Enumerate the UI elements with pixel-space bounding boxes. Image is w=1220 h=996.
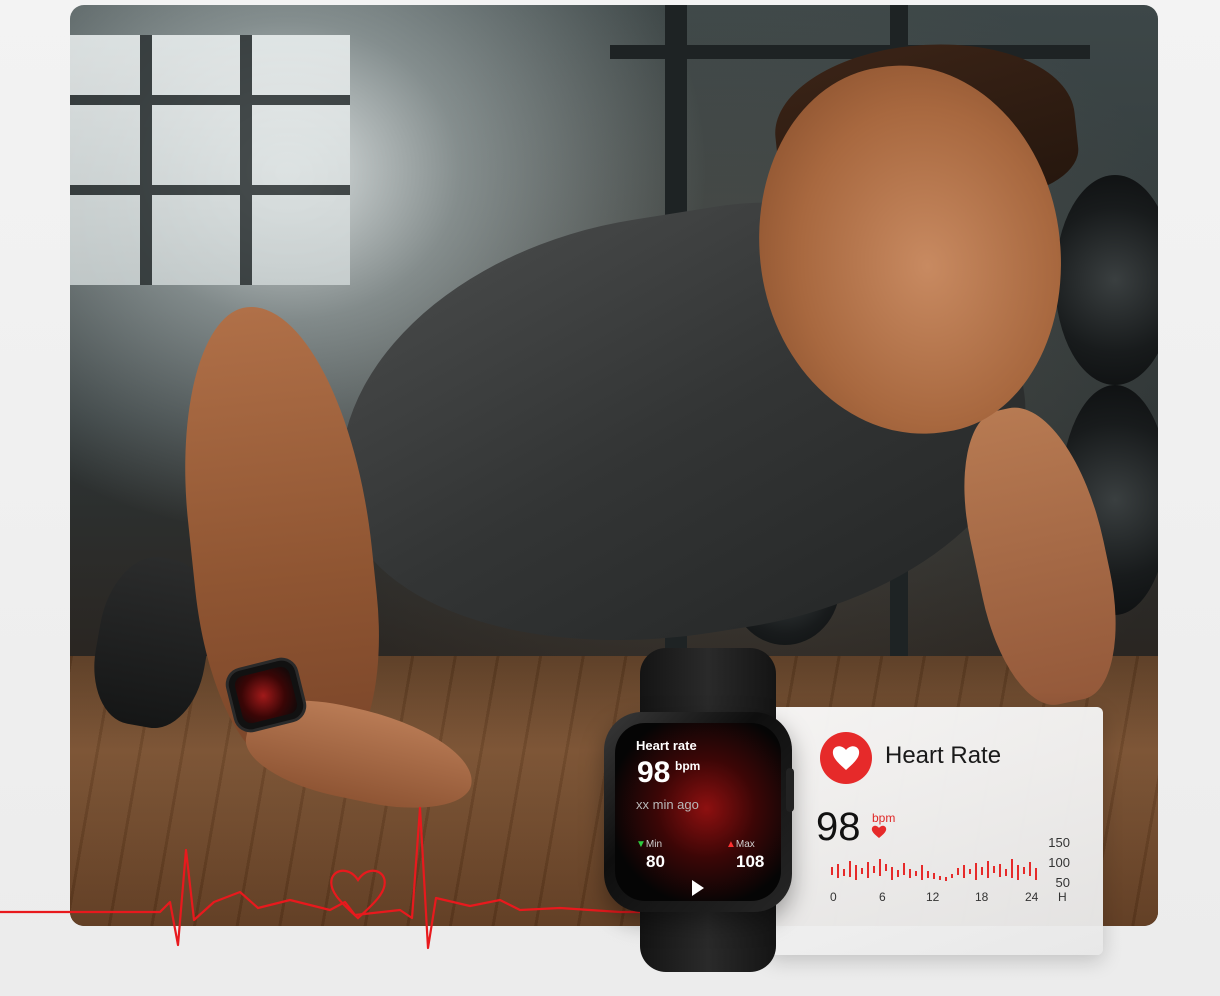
watch-min-label: ▼Min (636, 839, 663, 850)
graph-x-unit: H (1058, 890, 1067, 904)
small-heart-icon (871, 825, 887, 838)
graph-y-tick: 150 (1048, 835, 1070, 850)
watch-bpm-unit: bpm (675, 759, 701, 773)
watch-crown-button[interactable] (786, 768, 794, 812)
ecg-line-icon (0, 806, 680, 950)
watch-screen: Heart rate 98 bpm xx min ago ▼Min ▲Max 8… (615, 723, 781, 901)
graph-y-tick: 100 (1048, 855, 1070, 870)
watch-min-value: 80 (646, 852, 665, 871)
watch-bpm-value: 98 (637, 756, 671, 789)
graph-x-tick: 18 (975, 890, 989, 904)
graph-y-tick: 50 (1055, 875, 1070, 890)
graph-x-tick: 0 (830, 890, 837, 904)
graph-x-tick: 24 (1025, 890, 1039, 904)
card-title: Heart Rate (885, 742, 1002, 769)
play-icon[interactable] (692, 880, 704, 896)
weight-plate (1055, 175, 1158, 385)
heart-rate-card: Heart Rate 98 bpm 150 100 50 0 6 12 18 2… (768, 707, 1103, 955)
watch-max-value: 108 (736, 852, 765, 871)
up-triangle-icon: ▲ (726, 839, 736, 850)
gym-window (70, 35, 350, 285)
heart-badge-icon (820, 732, 872, 784)
graph-x-tick: 12 (926, 890, 940, 904)
watch-last-measured: xx min ago (636, 797, 699, 812)
down-triangle-icon: ▼ (636, 839, 646, 850)
watch-max-label: ▲Max (726, 839, 755, 850)
card-bpm-value: 98 (816, 805, 861, 849)
graph-x-tick: 6 (879, 890, 886, 904)
watch-title: Heart rate (636, 738, 697, 753)
card-bpm-unit: bpm (872, 811, 896, 825)
